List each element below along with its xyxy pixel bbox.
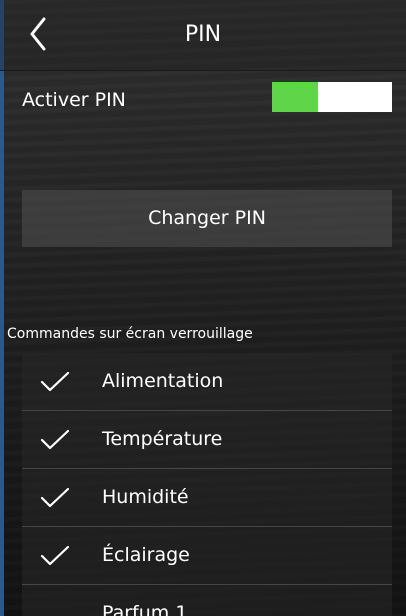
- command-item-label: Humidité: [102, 486, 189, 508]
- checkmark-icon: [40, 487, 70, 509]
- change-pin-button[interactable]: Changer PIN: [22, 190, 392, 247]
- checkmark-icon: [40, 429, 70, 451]
- checkmark-icon: [40, 371, 70, 393]
- command-item-parfum-1[interactable]: Parfum 1: [22, 585, 392, 616]
- command-item-temperature[interactable]: Température: [22, 411, 392, 469]
- checkmark-icon: [40, 545, 70, 567]
- commands-list: Alimentation Température Humidité Éclair…: [22, 353, 392, 616]
- pin-toggle-fill: [272, 82, 318, 112]
- header-bar: PIN: [0, 0, 406, 71]
- commands-section-label: Commandes sur écran verrouillage: [7, 326, 253, 342]
- app-screen: PIN Activer PIN Changer PIN Commandes su…: [0, 0, 406, 616]
- command-item-alimentation[interactable]: Alimentation: [22, 353, 392, 411]
- command-item-label: Alimentation: [102, 370, 224, 392]
- command-item-eclairage[interactable]: Éclairage: [22, 527, 392, 585]
- checkmark-icon: [40, 487, 70, 508]
- command-item-label: Éclairage: [102, 544, 190, 566]
- command-item-humidite[interactable]: Humidité: [22, 469, 392, 527]
- checkmark-icon: [40, 545, 70, 566]
- pin-toggle-label: Activer PIN: [22, 89, 126, 111]
- checkmark-icon: [40, 429, 70, 450]
- command-item-label: Parfum 1: [102, 602, 188, 616]
- checkmark-icon: [40, 603, 70, 616]
- command-item-label: Température: [102, 428, 223, 450]
- page-title: PIN: [184, 22, 222, 47]
- checkmark-icon: [40, 371, 70, 392]
- pin-toggle[interactable]: [272, 82, 392, 112]
